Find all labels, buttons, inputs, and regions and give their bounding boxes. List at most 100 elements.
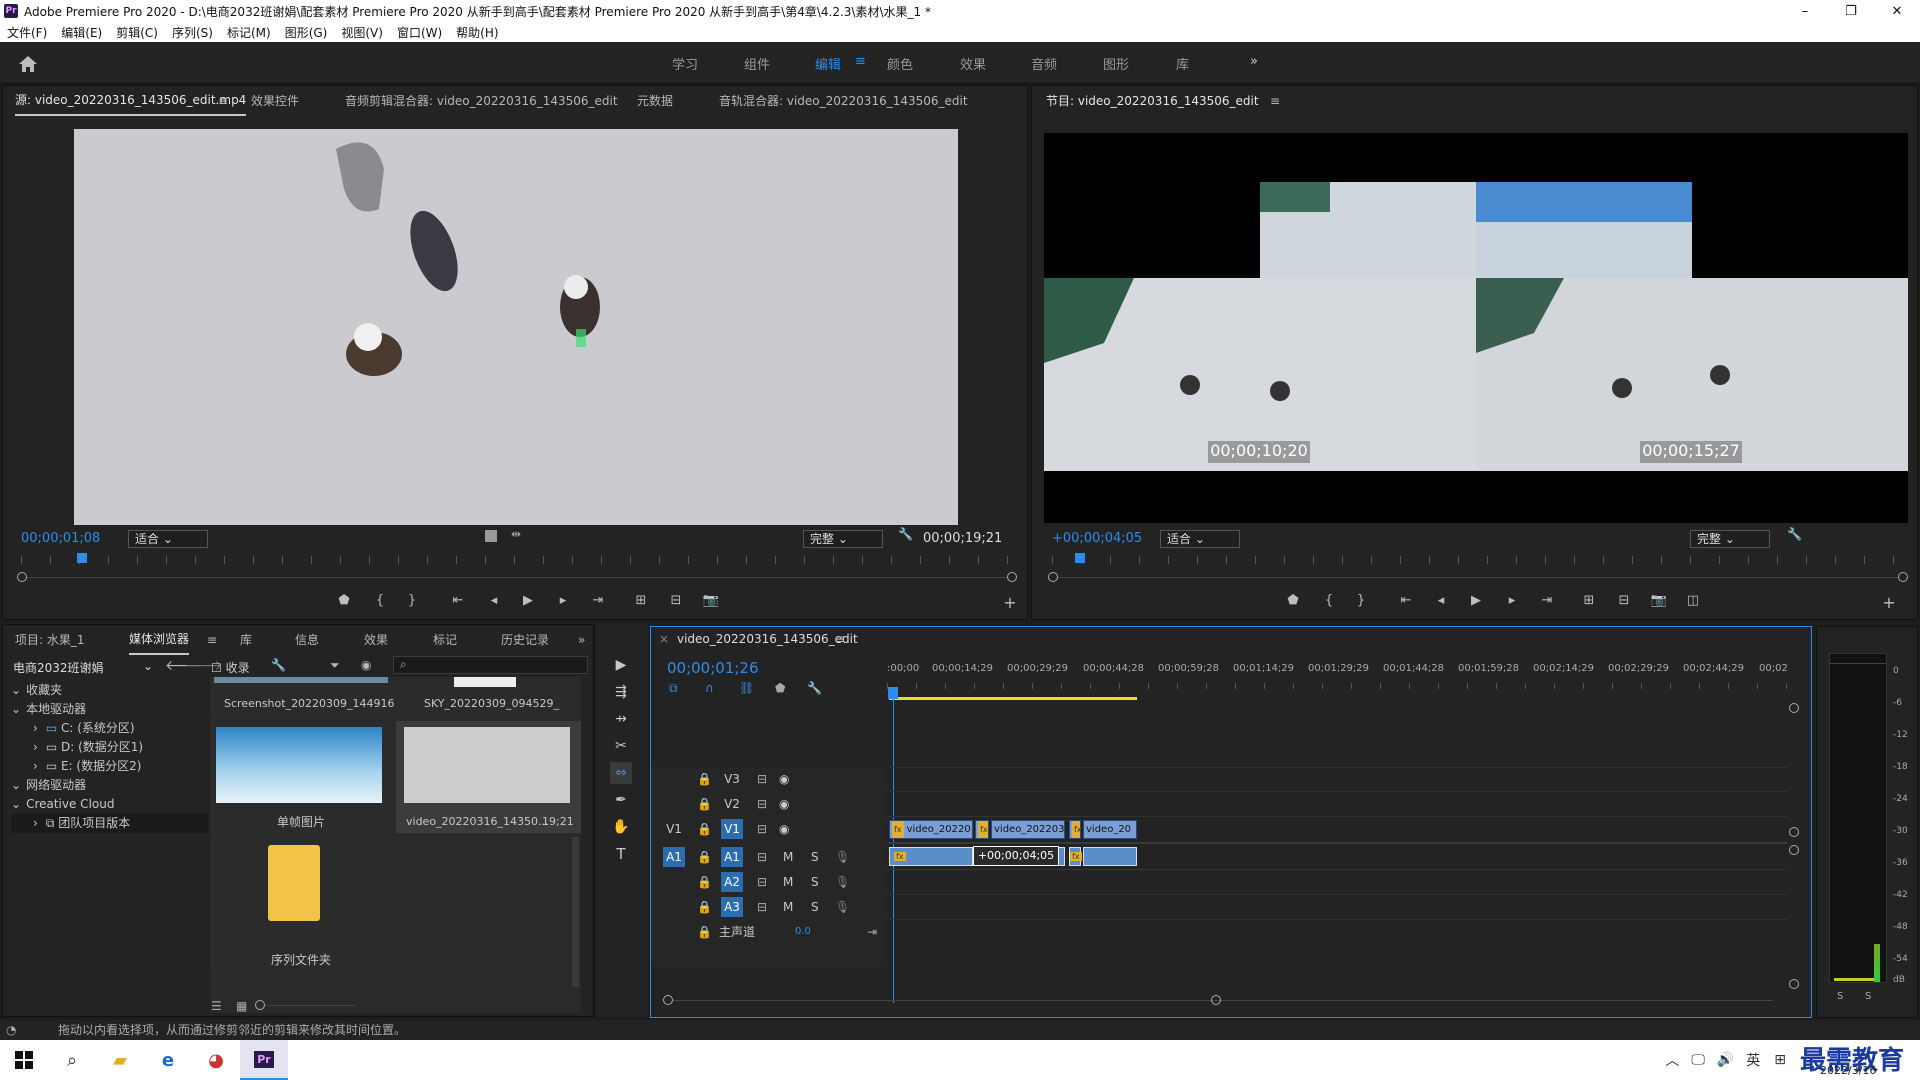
location-dropdown[interactable]: 电商2032班谢娟 ⌄ — [13, 659, 153, 676]
close-button[interactable]: ✕ — [1874, 4, 1920, 19]
program-extract-icon[interactable]: ⊟ — [1613, 593, 1635, 608]
workspace-menu-icon[interactable]: ≡ — [855, 54, 866, 69]
go-to-end-icon[interactable]: ⇥ — [867, 920, 877, 944]
tree-item-creative-cloud[interactable]: ⌄ Creative Cloud — [11, 795, 208, 814]
tab-source-menu-icon[interactable]: ≡ — [218, 86, 228, 116]
media-grid-scrollbar[interactable] — [572, 837, 579, 987]
tab-sequence[interactable]: video_20220316_143506_edit — [677, 627, 858, 651]
razor-tool-icon[interactable]: ✂ — [610, 735, 632, 757]
program-fit-dropdown[interactable]: 适合 ⌄ — [1160, 530, 1240, 548]
program-play-icon[interactable]: ▶ — [1465, 593, 1487, 608]
track-label[interactable]: A2 — [721, 872, 743, 892]
network-icon[interactable]: 🖵 — [1691, 1052, 1705, 1068]
meter-solo-right-button[interactable]: S — [1865, 991, 1871, 1002]
workspace-effects[interactable]: 效果 — [960, 54, 986, 73]
program-step-forward-icon[interactable]: ▸ — [1501, 593, 1523, 608]
eye-icon[interactable]: ◉ — [779, 817, 789, 841]
horizontal-zoom-bar[interactable] — [673, 1000, 1773, 1001]
tab-source[interactable]: 源: video_20220316_143506_edit.mp4 — [15, 86, 247, 116]
program-step-back-icon[interactable]: ◂ — [1430, 593, 1452, 608]
voiceover-mic-icon[interactable]: 🎙 — [835, 870, 850, 894]
eye-icon[interactable]: ◉ — [779, 767, 789, 791]
source-wrench-icon[interactable]: 🔧 — [898, 527, 913, 541]
audio-clip-3[interactable] — [1083, 847, 1137, 866]
program-playhead[interactable] — [1075, 553, 1085, 563]
tab-media-browser[interactable]: 媒体浏览器 — [129, 625, 190, 655]
sync-lock-icon[interactable]: ⊟ — [757, 870, 767, 894]
media-item-screenshot[interactable]: Screenshot_20220309_144916 — [210, 677, 395, 717]
lock-icon[interactable]: 🔒 — [697, 817, 712, 841]
track-label[interactable]: A3 — [721, 897, 743, 917]
ingest-settings-icon[interactable]: 🔧 — [271, 658, 286, 672]
sync-lock-icon[interactable]: ⊟ — [757, 767, 767, 791]
media-item-sequence-folder[interactable]: 序列文件夹 — [210, 837, 392, 967]
tree-item-local-drives[interactable]: ⌄ 本地驱动器 — [11, 700, 208, 719]
type-tool-icon[interactable]: T — [610, 843, 632, 865]
work-area-bar[interactable] — [889, 697, 1137, 700]
edge-browser-icon[interactable]: e — [144, 1040, 192, 1080]
source-overwrite-icon[interactable]: ⊟ — [665, 593, 687, 608]
source-patch-v1[interactable]: V1 — [663, 817, 685, 841]
tree-item-drive-c[interactable]: › ▭ C: (系统分区) — [11, 719, 208, 738]
master-volume-value[interactable]: 0.0 — [795, 920, 811, 944]
source-zoom-bar[interactable] — [27, 577, 1007, 578]
program-wrench-icon[interactable]: 🔧 — [1787, 527, 1802, 541]
timeline-playhead-timecode[interactable]: 00;00;01;26 — [667, 659, 759, 677]
program-mark-in-icon[interactable]: { — [1318, 593, 1340, 608]
tab-info[interactable]: 信息 — [295, 625, 319, 655]
workspace-learn[interactable]: 学习 — [672, 54, 698, 73]
video-clip-transition[interactable]: fx — [975, 820, 989, 839]
thumbnail-size-slider-handle[interactable] — [255, 1000, 265, 1010]
sync-lock-icon[interactable]: ⊟ — [757, 895, 767, 919]
source-add-marker-icon[interactable]: ⬟ — [333, 593, 355, 608]
ingest-checkbox[interactable]: ☐ 收录 — [211, 659, 250, 676]
vertical-audio-zoom-handle[interactable] — [1789, 845, 1799, 855]
tab-libraries[interactable]: 库 — [240, 625, 252, 655]
horizontal-zoom-end-handle[interactable] — [1211, 995, 1221, 1005]
source-export-frame-icon[interactable]: 📷 — [700, 593, 722, 608]
program-compare-icon[interactable]: ◫ — [1682, 593, 1704, 608]
minimize-button[interactable]: – — [1782, 4, 1828, 19]
menu-clip[interactable]: 剪辑(C) — [109, 24, 165, 41]
sync-lock-icon[interactable]: ⊟ — [757, 845, 767, 869]
video-clip-short[interactable]: fx — [1069, 820, 1081, 839]
program-add-marker-icon[interactable]: ⬟ — [1282, 593, 1304, 608]
source-playhead[interactable] — [77, 553, 87, 563]
nest-toggle-icon[interactable]: ⧉ — [669, 681, 678, 696]
source-settings-square-icon[interactable] — [485, 530, 497, 542]
solo-button[interactable]: S — [811, 845, 819, 869]
track-label[interactable]: V1 — [721, 819, 743, 839]
tab-project[interactable]: 项目: 水果_1 — [15, 625, 85, 655]
source-quality-dropdown[interactable]: 完整 ⌄ — [803, 530, 883, 548]
sync-lock-icon[interactable]: ⊟ — [757, 817, 767, 841]
slide-tool-icon[interactable]: ⇔ — [610, 762, 632, 784]
ime-indicator[interactable]: 英 — [1746, 1050, 1760, 1070]
tree-item-team-projects[interactable]: › ⧉ 团队项目版本 — [11, 814, 208, 833]
list-view-icon[interactable]: ☰ — [211, 999, 222, 1013]
lock-icon[interactable]: 🔒 — [697, 895, 712, 919]
source-add-button-icon[interactable]: + — [999, 593, 1021, 612]
tab-audio-clip-mixer[interactable]: 音频剪辑混合器: video_20220316_143506_edit — [345, 86, 618, 116]
menu-help[interactable]: 帮助(H) — [449, 24, 505, 41]
source-zoom-start-handle[interactable] — [17, 572, 27, 582]
keyboard-icon[interactable]: ⊞ — [1774, 1052, 1786, 1068]
volume-icon[interactable]: 🔊 — [1717, 1052, 1734, 1068]
program-mark-out-icon[interactable]: } — [1350, 593, 1372, 608]
workspace-assembly[interactable]: 组件 — [744, 54, 770, 73]
program-go-to-out-icon[interactable]: ⇥ — [1536, 593, 1558, 608]
restore-button[interactable]: ❐ — [1828, 4, 1874, 19]
video-clip-2[interactable]: video_202203 — [991, 820, 1065, 839]
mute-button[interactable]: M — [783, 870, 793, 894]
program-quality-dropdown[interactable]: 完整 ⌄ — [1690, 530, 1770, 548]
tree-item-network-drives[interactable]: ⌄ 网络驱动器 — [11, 776, 208, 795]
track-label[interactable]: A1 — [721, 847, 743, 867]
tab-overflow-icon[interactable]: » — [578, 625, 585, 655]
video-clip-3[interactable]: video_20 — [1083, 820, 1137, 839]
lock-icon[interactable]: 🔒 — [697, 870, 712, 894]
timeline-settings-icon[interactable]: 🔧 — [807, 681, 822, 695]
solo-button[interactable]: S — [811, 895, 819, 919]
paint-app-icon[interactable]: ◕ — [192, 1040, 240, 1080]
media-search-input[interactable]: ⌕ — [393, 656, 588, 674]
track-label[interactable]: V3 — [721, 767, 743, 791]
timeline-ruler[interactable]: :00;00 00;00;14;29 00;00;29;29 00;00;44;… — [887, 663, 1788, 683]
